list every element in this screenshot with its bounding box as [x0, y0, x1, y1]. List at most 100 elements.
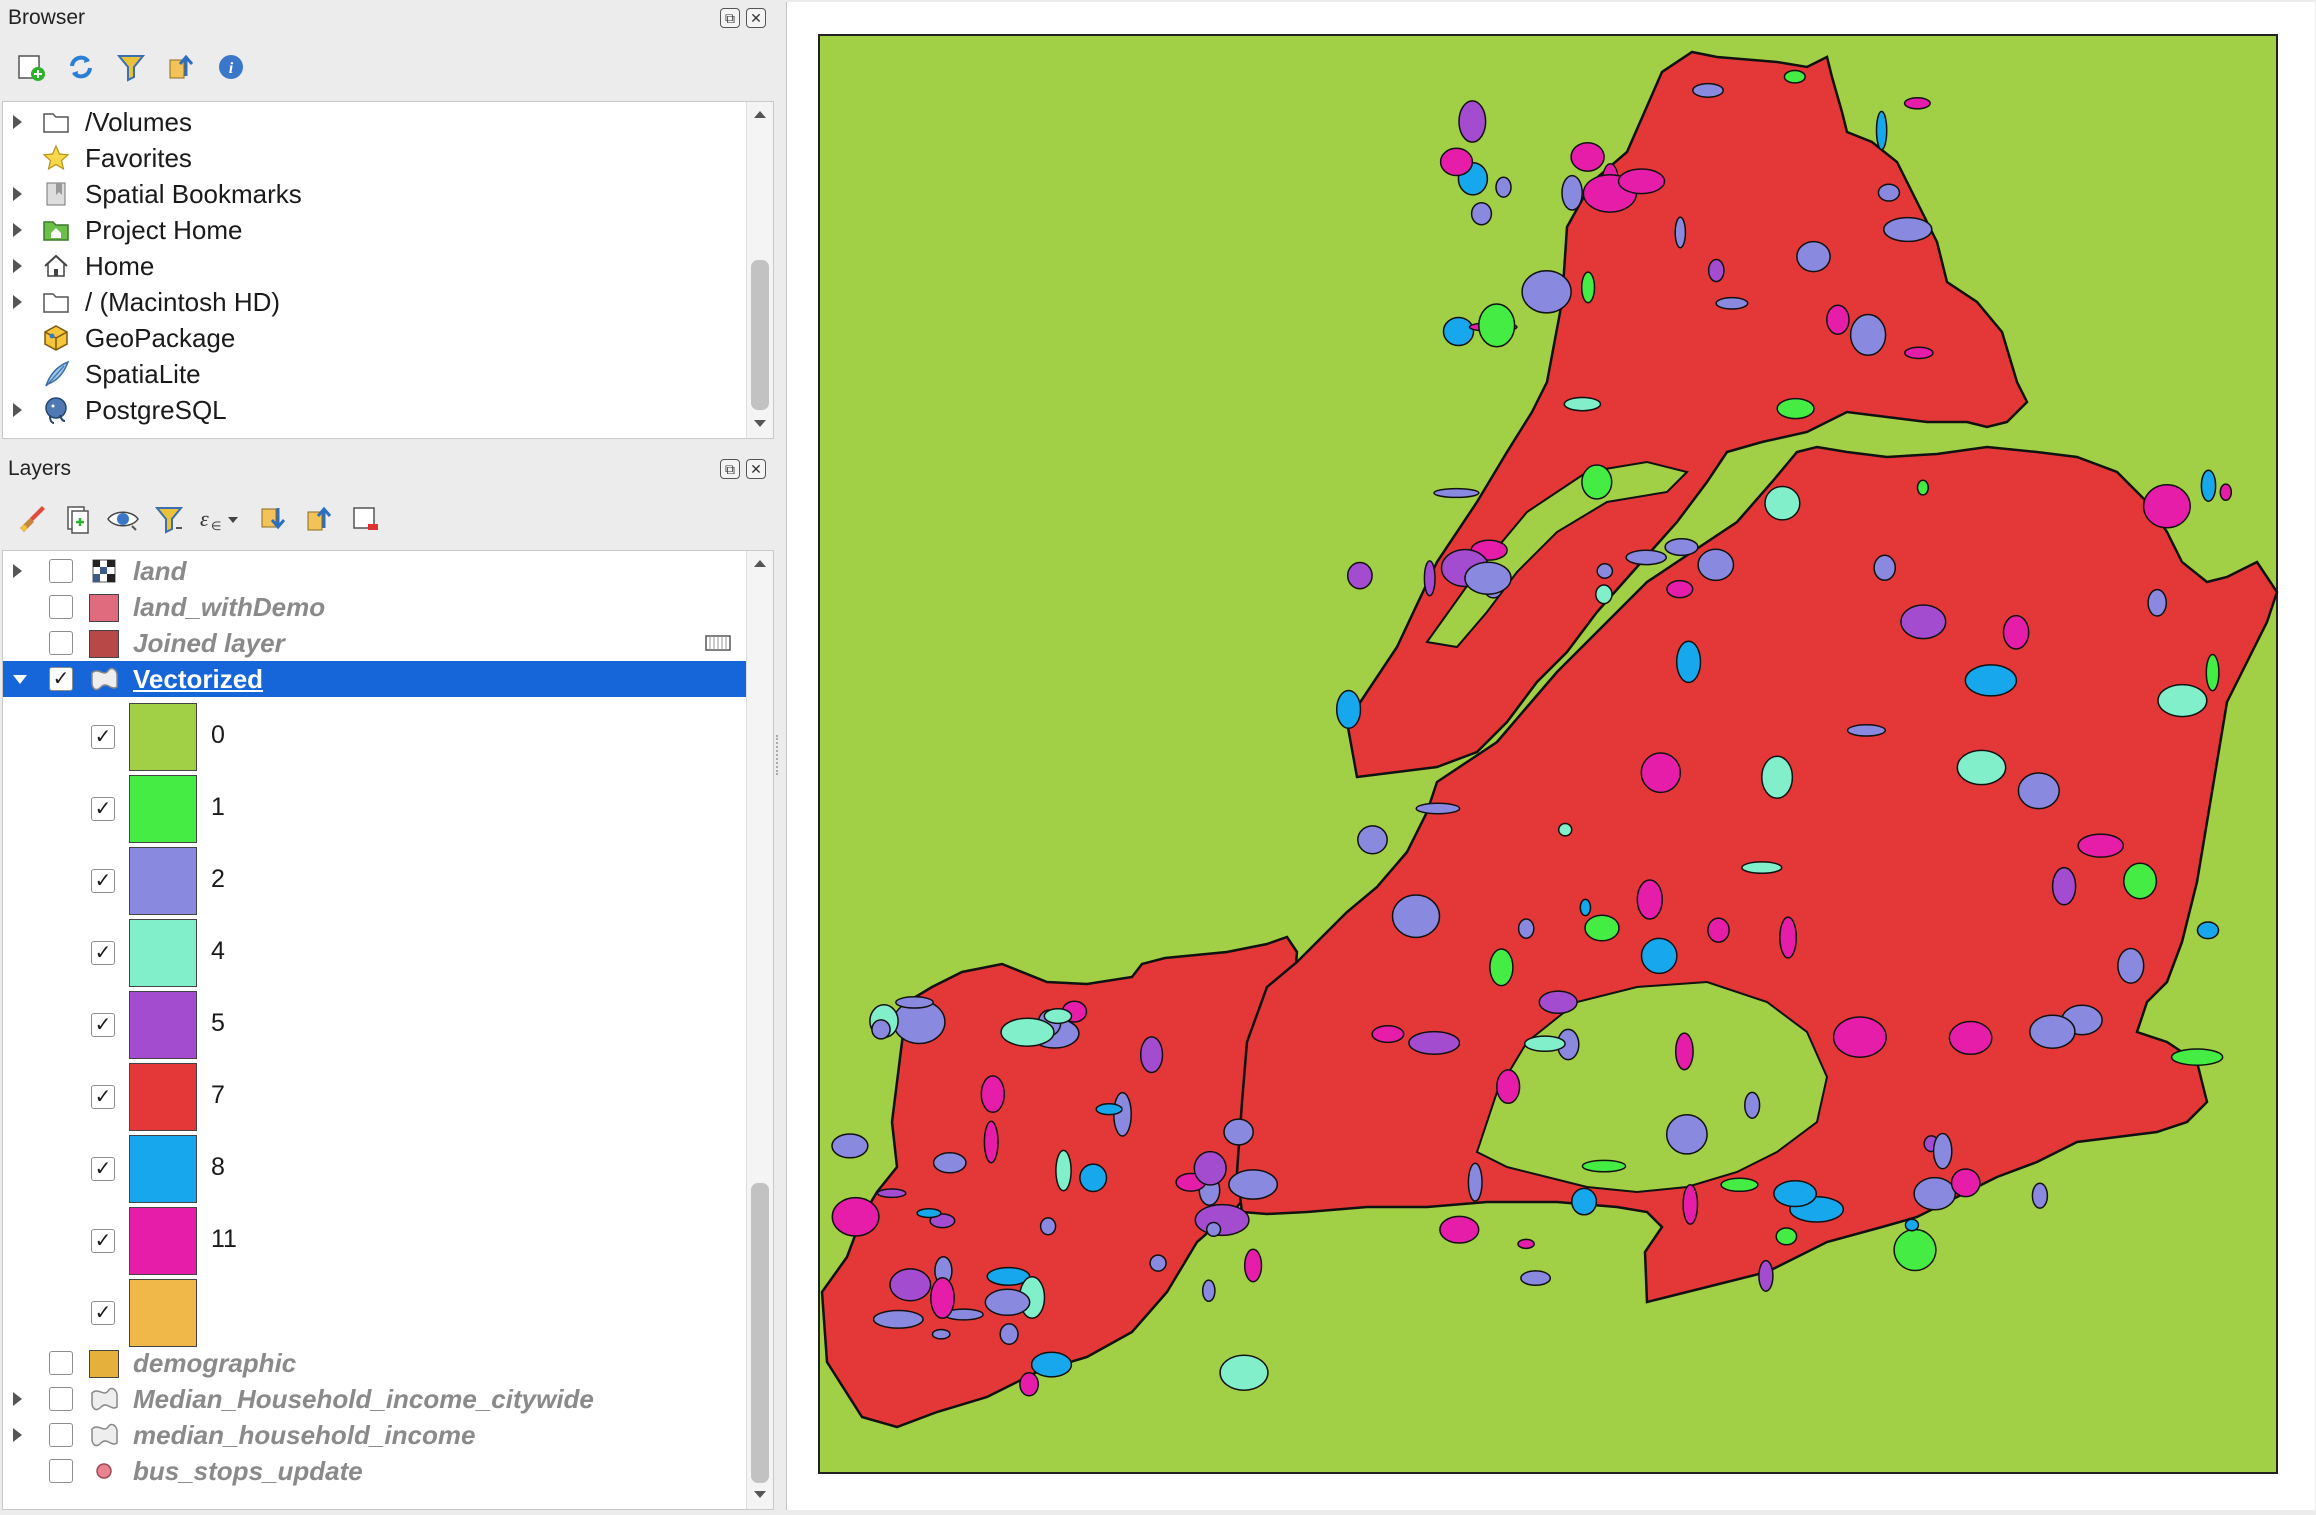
- category-visibility-checkbox[interactable]: ✓: [91, 1085, 115, 1109]
- layers-scrollbar[interactable]: [746, 551, 773, 1509]
- layer-visibility-checkbox[interactable]: [49, 1387, 73, 1411]
- layer-row[interactable]: land: [3, 553, 773, 589]
- temporary-layer-icon[interactable]: [703, 628, 733, 658]
- add-group-icon[interactable]: [60, 502, 94, 536]
- layer-visibility-checkbox[interactable]: ✓: [49, 667, 73, 691]
- panel-splitter[interactable]: [776, 735, 782, 775]
- scroll-thumb[interactable]: [751, 260, 769, 410]
- category-row[interactable]: ✓ 11: [3, 1205, 773, 1277]
- category-visibility-checkbox[interactable]: ✓: [91, 797, 115, 821]
- landuse-patch: [2219, 483, 2233, 502]
- layer-row[interactable]: demographic: [3, 1345, 773, 1381]
- category-visibility-checkbox[interactable]: ✓: [91, 1157, 115, 1181]
- collapse-all-icon[interactable]: [302, 502, 336, 536]
- category-visibility-checkbox[interactable]: ✓: [91, 1013, 115, 1037]
- expand-arrow-icon[interactable]: [13, 223, 22, 237]
- map-svg[interactable]: [787, 2, 2315, 1510]
- expand-all-icon[interactable]: [256, 502, 290, 536]
- category-row[interactable]: ✓ 4: [3, 917, 773, 989]
- layer-row[interactable]: median_household_income: [3, 1417, 773, 1453]
- layer-row[interactable]: Median_Household_income_citywide: [3, 1381, 773, 1417]
- category-row[interactable]: ✓ 2: [3, 845, 773, 917]
- layer-visibility-checkbox[interactable]: [49, 559, 73, 583]
- category-visibility-checkbox[interactable]: ✓: [91, 869, 115, 893]
- layer-row[interactable]: ✓ Vectorized: [3, 661, 747, 697]
- landuse-patch: [1470, 201, 1493, 226]
- category-visibility-checkbox[interactable]: ✓: [91, 941, 115, 965]
- browser-item[interactable]: Project Home: [3, 212, 773, 248]
- scroll-up-icon[interactable]: [747, 553, 773, 573]
- browser-item[interactable]: Favorites: [3, 140, 773, 176]
- landuse-patch: [1595, 584, 1613, 605]
- layer-row[interactable]: bus_stops_update: [3, 1453, 773, 1489]
- browser-item[interactable]: SpatiaLite: [3, 356, 773, 392]
- category-row[interactable]: ✓ 1: [3, 773, 773, 845]
- layer-name: land_withDemo: [133, 591, 326, 622]
- remove-layer-icon[interactable]: [348, 502, 382, 536]
- add-layer-icon[interactable]: [14, 50, 48, 84]
- category-row[interactable]: ✓ 8: [3, 1133, 773, 1205]
- browser-item[interactable]: Spatial Bookmarks: [3, 176, 773, 212]
- landuse-patch: [930, 1276, 955, 1320]
- layer-visibility-checkbox[interactable]: [49, 595, 73, 619]
- landuse-patch: [1883, 216, 1933, 243]
- scroll-down-icon[interactable]: [747, 1485, 773, 1505]
- layer-visibility-checkbox[interactable]: [49, 1459, 73, 1483]
- category-visibility-checkbox[interactable]: ✓: [91, 725, 115, 749]
- layer-row[interactable]: Joined layer: [3, 625, 773, 661]
- landuse-patch: [1596, 563, 1614, 579]
- browser-item-label: Home: [85, 250, 155, 281]
- expand-arrow-icon[interactable]: [13, 564, 22, 578]
- expand-arrow-icon[interactable]: [13, 115, 22, 129]
- expand-arrow-icon[interactable]: [13, 259, 22, 273]
- scroll-up-icon[interactable]: [747, 104, 773, 124]
- float-panel-icon[interactable]: ⧉: [720, 8, 740, 28]
- filter-icon[interactable]: [114, 50, 148, 84]
- landuse-patch: [831, 1196, 880, 1237]
- close-panel-icon[interactable]: ✕: [746, 459, 766, 479]
- browser-item[interactable]: GeoPackage: [3, 320, 773, 356]
- landuse-patch: [2077, 833, 2125, 858]
- expand-arrow-icon[interactable]: [13, 187, 22, 201]
- scroll-thumb[interactable]: [751, 1183, 769, 1483]
- category-visibility-checkbox[interactable]: ✓: [91, 1229, 115, 1253]
- category-row[interactable]: ✓ 0: [3, 701, 773, 773]
- category-row[interactable]: ✓ 5: [3, 989, 773, 1061]
- layer-symbol-swatch: [89, 1350, 119, 1378]
- scroll-down-icon[interactable]: [747, 414, 773, 434]
- map-canvas[interactable]: [786, 2, 2315, 1510]
- browser-item-label: Favorites: [85, 142, 192, 173]
- landuse-patch: [1000, 1017, 1055, 1047]
- refresh-icon[interactable]: [64, 50, 98, 84]
- style-brush-icon[interactable]: [14, 502, 48, 536]
- layer-visibility-checkbox[interactable]: [49, 1351, 73, 1375]
- float-panel-icon[interactable]: ⧉: [720, 459, 740, 479]
- browser-scrollbar[interactable]: [746, 102, 773, 438]
- landuse-patch: [1893, 1228, 1937, 1272]
- category-row[interactable]: ✓: [3, 1277, 773, 1349]
- collapse-all-icon[interactable]: [164, 50, 198, 84]
- landuse-patch: [1666, 579, 1694, 599]
- collapse-arrow-icon[interactable]: [13, 675, 27, 684]
- browser-item[interactable]: PostgreSQL: [3, 392, 773, 428]
- browser-item[interactable]: / (Macintosh HD): [3, 284, 773, 320]
- browser-item[interactable]: /Volumes: [3, 104, 773, 140]
- info-icon[interactable]: i: [214, 50, 248, 84]
- layer-row[interactable]: land_withDemo: [3, 589, 773, 625]
- expand-arrow-icon[interactable]: [13, 1392, 22, 1406]
- landuse-patch: [1715, 296, 1749, 310]
- visibility-eye-icon[interactable]: [106, 502, 140, 536]
- expression-filter-icon[interactable]: ε ∈: [198, 502, 242, 536]
- expand-arrow-icon[interactable]: [13, 1428, 22, 1442]
- close-panel-icon[interactable]: ✕: [746, 8, 766, 28]
- browser-item[interactable]: Home: [3, 248, 773, 284]
- landuse-patch: [1664, 538, 1699, 557]
- layer-visibility-checkbox[interactable]: [49, 631, 73, 655]
- layer-visibility-checkbox[interactable]: [49, 1423, 73, 1447]
- category-row[interactable]: ✓ 7: [3, 1061, 773, 1133]
- expand-arrow-icon[interactable]: [13, 403, 22, 417]
- landuse-patch: [1640, 937, 1678, 975]
- category-visibility-checkbox[interactable]: ✓: [91, 1301, 115, 1325]
- filter-legend-icon[interactable]: [152, 502, 186, 536]
- expand-arrow-icon[interactable]: [13, 295, 22, 309]
